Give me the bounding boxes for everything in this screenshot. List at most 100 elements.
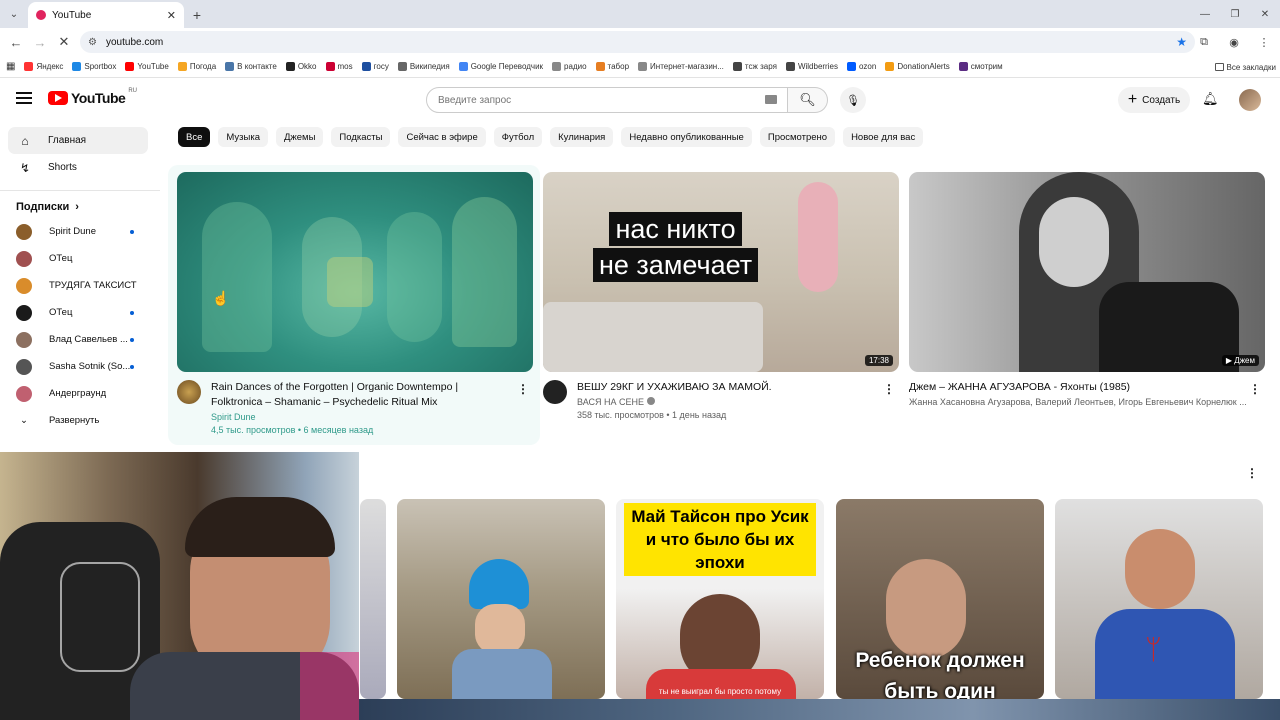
video-card[interactable]: нас никто не замечает 17:38 ВЕШУ 29КГ И … — [543, 172, 899, 420]
video-card[interactable]: ▶ Джем Джем – ЖАННА АГУЗАРОВА - Яхонты (… — [909, 172, 1265, 407]
bookmark-item[interactable]: госу — [361, 62, 389, 71]
bookmark-item[interactable]: Интернет-магазин... — [638, 62, 724, 71]
create-button[interactable]: + Создать — [1118, 87, 1190, 113]
subscription-item[interactable]: Влад Савельев ... — [0, 326, 160, 353]
bookmark-item[interactable]: ozon — [846, 62, 876, 71]
bookmark-item[interactable]: Википедия — [397, 62, 450, 71]
expand-subscriptions[interactable]: ⌄ Развернуть — [0, 407, 160, 434]
filter-chip[interactable]: Подкасты — [331, 127, 391, 147]
bookmark-item[interactable]: Погода — [177, 62, 216, 71]
bookmark-item[interactable]: Google Переводчик — [458, 62, 543, 71]
more-actions-icon[interactable]: ⋮ — [1249, 382, 1261, 396]
subscription-name: Sasha Sotnik (So... — [49, 361, 131, 372]
new-content-dot — [130, 365, 134, 369]
restore-icon[interactable]: ❐ — [1220, 0, 1250, 28]
background-strip — [359, 699, 1280, 720]
minimize-icon[interactable]: — — [1190, 0, 1220, 28]
bookmark-item[interactable]: радио — [552, 62, 587, 71]
filter-chip[interactable]: Просмотрено — [759, 127, 836, 147]
address-bar[interactable]: ⚙ youtube.com ★ — [80, 31, 1195, 53]
subscription-item[interactable]: ТРУДЯГА ТАКСИСТ — [0, 272, 160, 299]
bookmark-item[interactable]: В контакте — [225, 62, 277, 71]
more-actions-icon[interactable]: ⋮ — [517, 382, 529, 396]
close-tab-icon[interactable]: ✕ — [167, 9, 176, 22]
menu-hamburger-icon[interactable] — [16, 92, 32, 104]
video-thumbnail[interactable]: ▶ Джем — [909, 172, 1265, 372]
stop-loading-icon[interactable]: ✕ — [52, 34, 76, 50]
create-label: Создать — [1142, 94, 1181, 106]
tab-search-icon[interactable]: ⌄ — [0, 0, 28, 28]
video-title[interactable]: ВЕШУ 29КГ И УХАЖИВАЮ ЗА МАМОЙ. — [577, 380, 877, 395]
bookmark-item[interactable]: mos — [325, 62, 353, 71]
search-button[interactable]: 🔍︎ — [788, 87, 828, 113]
filter-chip[interactable]: Кулинария — [550, 127, 614, 147]
subscription-item[interactable]: ОТец — [0, 245, 160, 272]
shorts-more-icon[interactable]: ⋮ — [1246, 466, 1276, 480]
bookmark-favicon-icon — [361, 62, 371, 71]
filter-chip[interactable]: Недавно опубликованные — [621, 127, 752, 147]
short-card[interactable] — [397, 499, 605, 699]
subscription-name: ОТец — [49, 307, 73, 318]
video-thumbnail[interactable]: нас никто не замечает 17:38 — [543, 172, 899, 372]
channel-avatar[interactable] — [177, 380, 201, 404]
account-avatar[interactable] — [1239, 89, 1261, 111]
short-card[interactable] — [360, 499, 386, 699]
video-title[interactable]: Rain Dances of the Forgotten | Organic D… — [211, 380, 511, 410]
channel-name[interactable]: ВАСЯ НА СЕНЕ — [577, 397, 877, 407]
video-card[interactable]: ☝ Rain Dances of the Forgotten | Organic… — [177, 172, 533, 435]
short-card[interactable]: ᛘ — [1055, 499, 1263, 699]
bookmark-item[interactable]: Okko — [285, 62, 317, 71]
bookmark-item[interactable]: Wildberries — [785, 62, 838, 71]
channel-avatar[interactable] — [543, 380, 567, 404]
mix-badge: ▶ Джем — [1221, 355, 1259, 366]
bookmark-item[interactable]: DonationAlerts — [885, 62, 950, 71]
bookmark-item[interactable]: тсж заря — [732, 62, 777, 71]
sidebar-item-home[interactable]: ⌂ Главная — [8, 127, 148, 154]
filter-chip[interactable]: Сейчас в эфире — [398, 127, 486, 147]
back-icon[interactable]: ← — [4, 35, 28, 50]
filter-chip[interactable]: Футбол — [493, 127, 543, 147]
bookmark-item[interactable]: YouTube — [125, 62, 169, 71]
short-card[interactable]: Ребенок должен быть один — [836, 499, 1044, 699]
filter-chip[interactable]: Музыка — [218, 127, 268, 147]
apps-icon[interactable]: ▦ — [6, 61, 15, 72]
sidebar-item-shorts[interactable]: ↯ Shorts — [8, 154, 148, 181]
mix-artists[interactable]: Жанна Хасановна Агузарова, Валерий Леонт… — [909, 397, 1254, 407]
youtube-logo[interactable]: YouTube RU — [48, 88, 137, 106]
menu-icon[interactable]: ⋮ — [1252, 36, 1276, 49]
subscription-item[interactable]: Андерграунд — [0, 380, 160, 407]
filter-chip[interactable]: Новое для вас — [843, 127, 924, 147]
short-card[interactable]: Май Тайсон про Усик и что было бы их эпо… — [616, 499, 824, 699]
voice-search-mic-icon[interactable]: 🎙︎ — [840, 87, 866, 113]
bookmark-star-icon[interactable]: ★ — [1176, 35, 1187, 49]
bookmark-item[interactable]: Sportbox — [72, 62, 116, 71]
browser-tab[interactable]: YouTube ✕ — [28, 2, 184, 28]
video-duration: 17:38 — [864, 355, 893, 366]
subscription-item[interactable]: ОТец — [0, 299, 160, 326]
more-actions-icon[interactable]: ⋮ — [883, 382, 895, 396]
subscription-item[interactable]: Sasha Sotnik (So... — [0, 353, 160, 380]
keyboard-icon[interactable] — [765, 95, 777, 104]
bookmark-item[interactable]: табор — [595, 62, 629, 71]
filter-chip[interactable]: Джемы — [275, 127, 324, 147]
bookmark-label: госу — [373, 62, 389, 71]
all-bookmarks[interactable]: Все закладки — [1214, 56, 1276, 78]
site-info-icon[interactable]: ⚙ — [88, 37, 97, 48]
video-title[interactable]: Джем – ЖАННА АГУЗАРОВА - Яхонты (1985) — [909, 380, 1249, 395]
filter-chip[interactable]: Все — [178, 127, 211, 147]
bookmark-item[interactable]: Яндекс — [24, 62, 63, 71]
subscriptions-heading[interactable]: Подписки › — [0, 190, 160, 218]
new-tab-button[interactable]: + — [184, 2, 210, 28]
profile-icon[interactable]: ◉ — [1222, 36, 1246, 49]
video-thumbnail[interactable]: ☝ — [177, 172, 533, 372]
forward-icon[interactable]: → — [28, 35, 52, 50]
bookmark-favicon-icon — [638, 62, 648, 71]
close-window-icon[interactable]: ✕ — [1250, 0, 1280, 28]
subscription-item[interactable]: Spirit Dune — [0, 218, 160, 245]
bookmark-item[interactable]: смотрим — [958, 62, 1003, 71]
channel-name[interactable]: Spirit Dune — [211, 412, 511, 422]
search-input[interactable]: Введите запрос — [426, 87, 788, 113]
channel-avatar — [16, 358, 32, 375]
extensions-icon[interactable]: ⧉ — [1192, 36, 1216, 49]
notifications-bell-icon[interactable]: 🔔︎ — [1202, 91, 1219, 107]
